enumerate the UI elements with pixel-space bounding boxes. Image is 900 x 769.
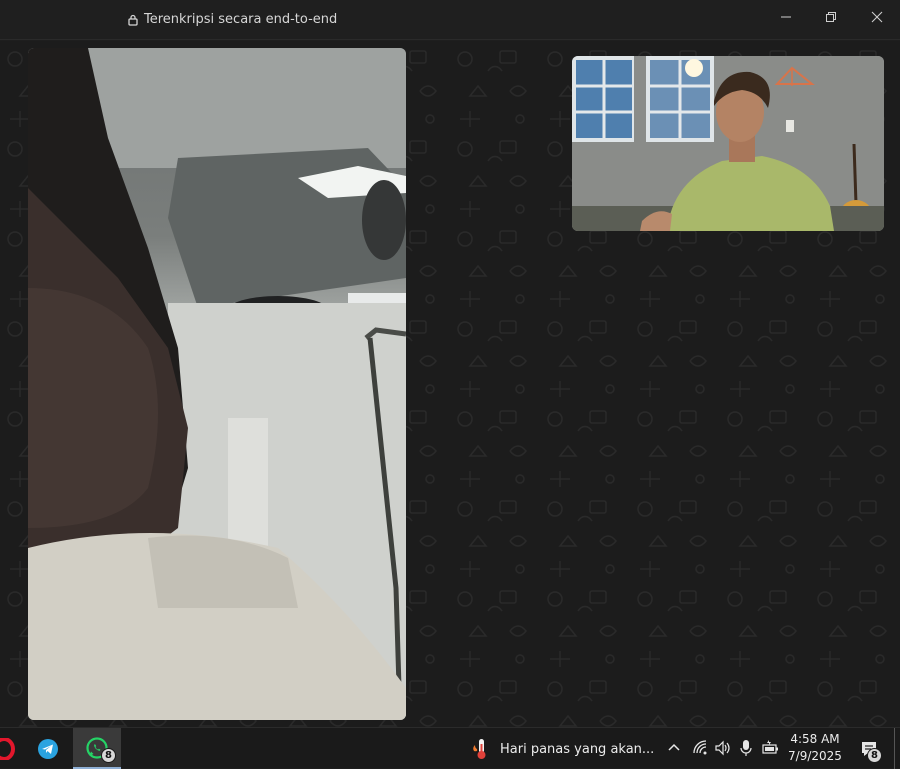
- volume-icon[interactable]: [714, 739, 732, 757]
- remote-video[interactable]: [28, 48, 406, 720]
- telegram-icon: [38, 738, 58, 759]
- battery-icon[interactable]: [761, 739, 779, 757]
- window-title: Terenkripsi secara end-to-end: [144, 12, 338, 27]
- self-view-frame: [572, 56, 884, 231]
- show-desktop-divider[interactable]: [894, 728, 895, 769]
- close-icon: [871, 11, 883, 23]
- weather-text: Hari panas yang akan...: [500, 741, 655, 757]
- taskbar: 8 Hari panas yang akan... 4:58 AM 7/9/20…: [0, 727, 900, 769]
- taskbar-app-opera[interactable]: [0, 728, 20, 769]
- call-stage: [0, 41, 900, 727]
- close-button[interactable]: [855, 0, 899, 34]
- network-icon[interactable]: [692, 739, 708, 757]
- lock-icon: [128, 14, 138, 26]
- remote-video-frame: [28, 48, 406, 720]
- system-clock[interactable]: 4:58 AM 7/9/2025: [785, 731, 845, 765]
- chevron-up-icon[interactable]: [667, 739, 681, 757]
- microphone-icon[interactable]: [739, 739, 753, 757]
- restore-icon: [826, 12, 836, 22]
- minimize-button[interactable]: [764, 0, 808, 34]
- clock-time: 4:58 AM: [790, 732, 840, 746]
- weather-widget[interactable]: Hari panas yang akan...: [470, 737, 654, 761]
- opera-icon: [0, 737, 15, 760]
- whatsapp-badge: 8: [101, 748, 116, 763]
- taskbar-app-telegram[interactable]: [27, 728, 69, 769]
- thermometer-icon: [473, 739, 486, 759]
- taskbar-app-whatsapp[interactable]: 8: [73, 728, 121, 769]
- window-titlebar: Terenkripsi secara end-to-end: [0, 0, 900, 40]
- clock-date: 7/9/2025: [788, 749, 842, 763]
- self-view-video[interactable]: [572, 56, 884, 231]
- notification-badge: 8: [867, 748, 882, 763]
- minimize-icon: [781, 16, 791, 18]
- notification-center-button[interactable]: 8: [852, 728, 886, 769]
- window-title-group: Terenkripsi secara end-to-end: [128, 12, 337, 27]
- restore-button[interactable]: [809, 0, 853, 34]
